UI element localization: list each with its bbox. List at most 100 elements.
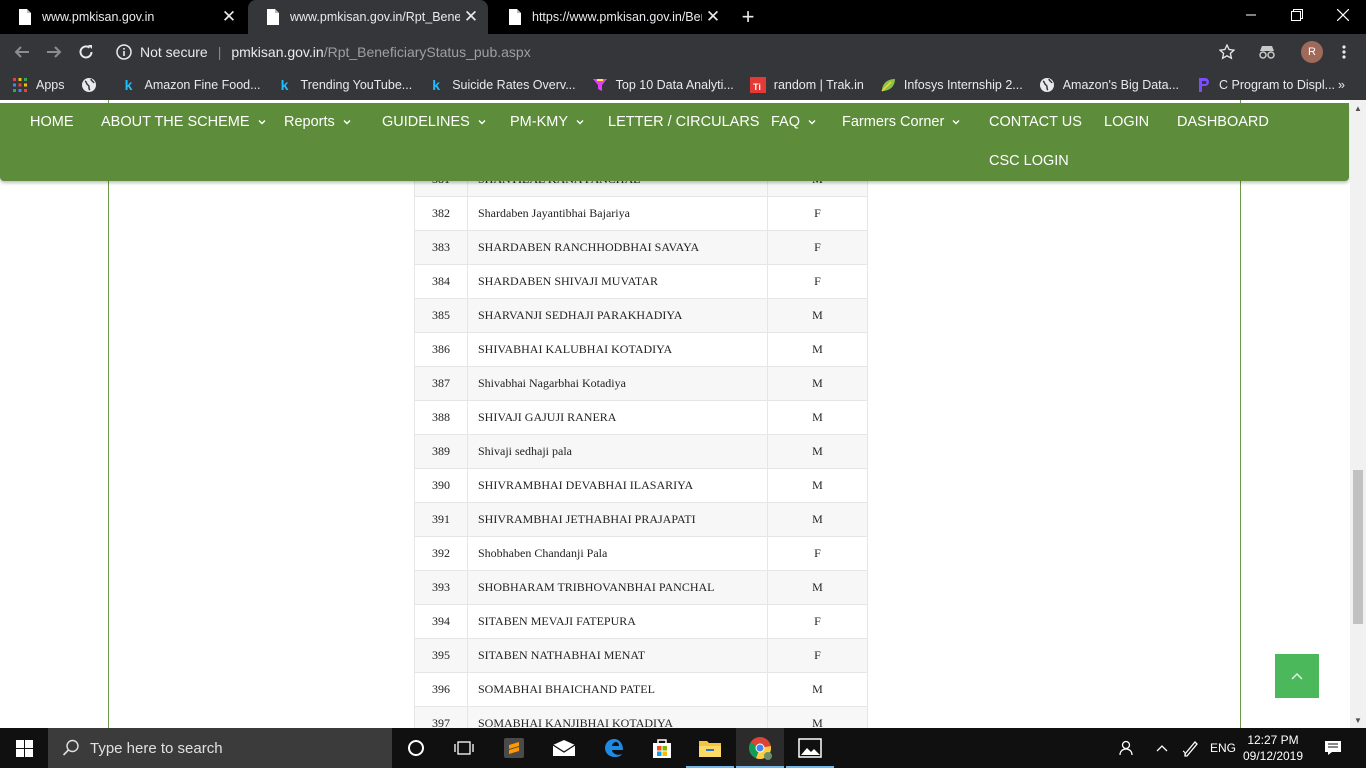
table-row: 387 Shivabhai Nagarbhai Kotadiya M [414,366,868,401]
taskbar-app-store[interactable] [638,728,686,768]
incognito-extension-icon [1259,46,1275,59]
nav-pm-kmy[interactable]: PM-KMY [510,111,584,133]
people-icon [1119,740,1133,756]
back-button[interactable] [8,38,36,66]
restore-button[interactable] [1274,0,1320,30]
nav-home[interactable]: HOME [30,111,74,133]
gender-cell: M [767,502,868,537]
bookmark-amazon-fine-food[interactable]: k Amazon Fine Food... [113,70,269,100]
tab-beneficiary-url[interactable]: https://www.pmkisan.gov.in/Bene ✕ [490,0,730,34]
people-button[interactable] [1114,728,1142,768]
nav-guidelines[interactable]: GUIDELINES [382,111,486,133]
scrollbar-thumb[interactable] [1353,470,1363,624]
bookmark-infosys-internship[interactable]: Infosys Internship 2... [872,70,1031,100]
scroll-up-arrow-icon[interactable]: ▲ [1350,100,1366,116]
tab-close-icon[interactable]: ✕ [218,6,240,28]
star-icon [1219,44,1235,60]
document-icon [509,9,521,25]
tab-close-icon[interactable]: ✕ [702,6,724,28]
minimize-button[interactable] [1228,0,1274,30]
beneficiary-name-cell: SHIVABHAI KALUBHAI KOTADIYA [467,332,768,367]
bookmark-label: Trending YouTube... [300,78,413,92]
pen-workspace-button[interactable] [1178,728,1204,768]
bookmark-star-button[interactable] [1213,38,1241,66]
page-scrollbar[interactable]: ▲ ▼ [1350,100,1366,728]
security-label: Not secure [140,44,208,60]
new-tab-button[interactable]: + [736,4,760,30]
nav-label: GUIDELINES [382,114,470,130]
sublime-text-icon [504,738,524,758]
scroll-to-top-button[interactable] [1275,654,1319,698]
serial-number-cell: 393 [414,570,468,605]
beneficiary-name-cell: SHIVAJI GAJUJI RANERA [467,400,768,435]
nav-faq[interactable]: FAQ [771,111,816,133]
nav-csc-login[interactable]: CSC LOGIN [989,150,1069,172]
serial-number-cell: 394 [414,604,468,639]
nav-dashboard[interactable]: DASHBOARD [1177,111,1269,133]
start-button[interactable] [0,728,48,768]
tab-close-icon[interactable]: ✕ [460,6,482,28]
nav-contact-us[interactable]: CONTACT US [989,111,1082,133]
input-language-button[interactable]: ENG [1206,728,1240,768]
nav-label: DASHBOARD [1177,114,1269,130]
window-close-button[interactable] [1320,0,1366,30]
bookmark-amazon-big-data[interactable]: Amazon's Big Data... [1031,70,1187,100]
nav-label: Farmers Corner [842,114,945,130]
cortana-button[interactable] [392,728,440,768]
task-view-button[interactable] [440,728,488,768]
nav-login[interactable]: LOGIN [1104,111,1149,133]
reload-button[interactable] [72,38,100,66]
tab-beneficiary-report[interactable]: www.pmkisan.gov.in/Rpt_Beneficia ✕ [248,0,488,34]
arrow-left-icon [14,46,29,58]
nav-label: Reports [284,114,335,130]
taskbar-app-photos[interactable] [786,728,834,768]
address-bar[interactable]: Not secure | pmkisan.gov.in/Rpt_Benefici… [110,38,1250,66]
info-icon[interactable] [116,44,132,60]
bookmarks-overflow-button[interactable]: » [1330,70,1353,100]
gender-cell: M [767,332,868,367]
bookmarks-bar: Apps k Amazon Fine Food... k Trending Yo… [0,70,1366,100]
serial-number-cell: 396 [414,672,468,707]
address-divider: | [217,44,222,60]
nav-reports[interactable]: Reports [284,111,351,133]
gender-cell: F [767,230,868,265]
search-placeholder: Type here to search [90,739,223,757]
notifications-icon [1325,741,1341,755]
bookmark-trending-youtube[interactable]: k Trending YouTube... [269,70,421,100]
taskbar-app-sublime[interactable] [490,728,538,768]
serial-number-cell: 392 [414,536,468,571]
taskbar-app-edge[interactable] [590,728,638,768]
table-row: 388 SHIVAJI GAJUJI RANERA M [414,400,868,435]
nav-farmers-corner[interactable]: Farmers Corner [842,111,960,133]
bookmark-apps[interactable]: Apps [0,70,73,100]
action-center-button[interactable] [1318,728,1348,768]
tab-pmkisan-home[interactable]: www.pmkisan.gov.in ✕ [0,0,246,34]
nav-about-the-scheme[interactable]: ABOUT THE SCHEME [101,111,266,133]
bookmark-suicide-rates[interactable]: k Suicide Rates Overv... [420,70,583,100]
show-hidden-icons-button[interactable] [1150,728,1174,768]
nav-letter-circulars[interactable]: LETTER / CIRCULARS [608,111,759,133]
bookmark-globe[interactable] [73,70,113,100]
table-row: 382 Shardaben Jayantibhai Bajariya F [414,196,868,231]
taskbar-app-chrome[interactable] [736,728,784,768]
bookmark-top10-data-analytics[interactable]: Top 10 Data Analyti... [584,70,742,100]
gender-cell: M [767,706,868,728]
avatar: R [1301,41,1323,63]
chevron-up-icon [1291,672,1303,680]
profile-button[interactable]: R [1298,38,1326,66]
bookmark-trakin[interactable]: Ti random | Trak.in [742,70,872,100]
extension-button[interactable] [1253,38,1281,66]
taskbar-app-mail[interactable] [540,728,588,768]
chevron-up-icon [1156,745,1168,752]
bookmark-label: Infosys Internship 2... [903,78,1023,92]
menu-button[interactable] [1330,38,1358,66]
clock-time: 12:27 PM [1247,733,1299,747]
svg-text:Ti: Ti [753,82,761,92]
taskbar-app-file-explorer[interactable] [686,728,734,768]
bookmark-c-program[interactable]: C Program to Displ... [1187,70,1343,100]
scroll-down-arrow-icon[interactable]: ▼ [1350,712,1366,728]
taskbar-search-box[interactable]: Type here to search [48,728,392,768]
forward-button[interactable] [40,38,68,66]
serial-number-cell: 395 [414,638,468,673]
system-clock[interactable]: 12:27 PM 09/12/2019 [1240,732,1306,764]
